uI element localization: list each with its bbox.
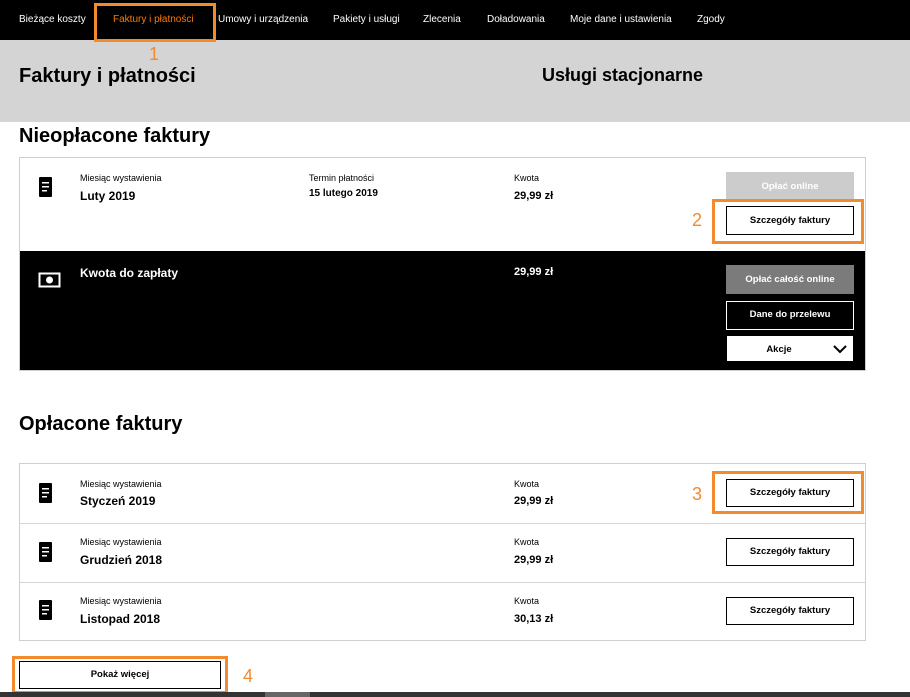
- issue-month-value: Styczeń 2019: [80, 494, 156, 508]
- annotation-number-1: 1: [149, 44, 160, 64]
- page-title: Faktury i płatności: [19, 65, 196, 87]
- paid-invoice-row: Miesiąc wystawienia Grudzień 2018 Kwota …: [20, 524, 865, 582]
- nav-item-invoices-payments[interactable]: Faktury i płatności: [113, 0, 194, 40]
- issue-month-label: Miesiąc wystawienia: [80, 596, 162, 606]
- unpaid-invoices-card: Miesiąc wystawienia Luty 2019 Termin pła…: [19, 157, 866, 371]
- scrollbar-thumb[interactable]: [265, 692, 310, 697]
- paid-invoice-row: Miesiąc wystawienia Listopad 2018 Kwota …: [20, 583, 865, 640]
- nav-item-current-costs[interactable]: Bieżące koszty: [19, 0, 86, 40]
- invoice-details-button[interactable]: Szczegóły faktury: [726, 479, 854, 507]
- annotation-number-4: 4: [243, 666, 254, 686]
- issue-month-value: Luty 2019: [80, 189, 136, 203]
- amount-label: Kwota: [514, 537, 540, 547]
- actions-dropdown-label: Akcje: [766, 344, 792, 355]
- invoice-document-icon: [39, 600, 52, 620]
- nav-item-my-data-settings[interactable]: Moje dane i ustawienia: [570, 0, 672, 40]
- nav-item-packages-services[interactable]: Pakiety i usługi: [333, 0, 400, 40]
- invoice-details-button[interactable]: Szczegóły faktury: [726, 597, 854, 625]
- invoice-details-button[interactable]: Szczegóły faktury: [726, 206, 854, 235]
- pay-all-online-button[interactable]: Opłać całość online: [726, 265, 854, 294]
- amount-value: 29,99 zł: [514, 554, 554, 566]
- pay-online-button[interactable]: Opłać online: [726, 172, 854, 201]
- nav-item-contracts-devices[interactable]: Umowy i urządzenia: [218, 0, 308, 40]
- amount-value: 29,99 zł: [514, 495, 554, 507]
- paid-invoices-card: Miesiąc wystawienia Styczeń 2019 Kwota 2…: [19, 463, 866, 641]
- paid-invoices-title: Opłacone faktury: [19, 413, 183, 435]
- actions-dropdown[interactable]: Akcje: [726, 335, 854, 362]
- issue-month-value: Grudzień 2018: [80, 553, 163, 567]
- issue-month-value: Listopad 2018: [80, 612, 161, 626]
- show-more-button[interactable]: Pokaż więcej: [19, 661, 221, 689]
- transfer-details-button[interactable]: Dane do przelewu: [726, 301, 854, 330]
- issue-month-label: Miesiąc wystawienia: [80, 537, 162, 547]
- cash-icon: [38, 272, 61, 288]
- due-date-value: 15 lutego 2019: [309, 188, 378, 199]
- nav-item-orders[interactable]: Zlecenia: [423, 0, 461, 40]
- invoice-details-button[interactable]: Szczegóły faktury: [726, 538, 854, 566]
- nav-item-topups[interactable]: Doładowania: [487, 0, 545, 40]
- amount-value: 29,99 zł: [514, 190, 554, 202]
- top-navigation: Bieżące koszty Faktury i płatności Umowy…: [0, 0, 910, 40]
- page-header: Faktury i płatności Usługi stacjonarne: [0, 40, 910, 122]
- amount-label: Kwota: [514, 173, 540, 183]
- issue-month-label: Miesiąc wystawienia: [80, 479, 162, 489]
- due-date-label: Termin płatności: [309, 173, 375, 183]
- annotation-number-2: 2: [692, 210, 703, 230]
- invoice-document-icon: [39, 483, 52, 503]
- unpaid-invoices-title: Nieopłacone faktury: [19, 125, 211, 147]
- amount-to-pay-value: 29,99 zł: [514, 266, 554, 278]
- amount-label: Kwota: [514, 479, 540, 489]
- amount-value: 30,13 zł: [514, 613, 554, 625]
- amount-to-pay-label: Kwota do zapłaty: [80, 266, 179, 280]
- annotation-number-3: 3: [692, 484, 703, 504]
- invoice-document-icon: [39, 542, 52, 562]
- page-subtitle: Usługi stacjonarne: [542, 65, 704, 85]
- nav-item-consents[interactable]: Zgody: [697, 0, 725, 40]
- issue-month-label: Miesiąc wystawienia: [80, 173, 162, 183]
- chevron-down-icon: [833, 345, 847, 354]
- horizontal-scrollbar[interactable]: [0, 692, 910, 697]
- invoice-document-icon: [39, 177, 52, 197]
- paid-invoice-row: Miesiąc wystawienia Styczeń 2019 Kwota 2…: [20, 464, 865, 523]
- amount-to-pay-panel: Kwota do zapłaty 29,99 zł Opłać całość o…: [20, 251, 865, 370]
- amount-label: Kwota: [514, 596, 540, 606]
